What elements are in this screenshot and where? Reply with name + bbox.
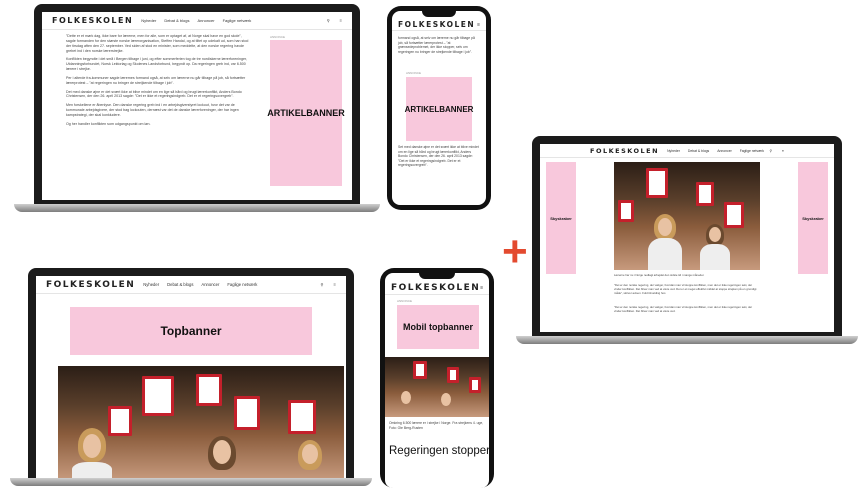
laptop-screen: FOLKESKOLEN Nyheder Debat & blogs Annonc… — [540, 144, 834, 332]
phone-notch — [422, 11, 456, 17]
phone-article-mockup: FOLKESKOLEN ≡ formand også, at selv om l… — [387, 6, 491, 210]
laptop-base — [10, 478, 372, 486]
article-body: "Dette er et mørk dag, ikke bare for lær… — [66, 34, 252, 127]
laptop-skyskraber-mockup: FOLKESKOLEN Nyheder Debat & blogs Annonc… — [516, 136, 858, 348]
mobil-topbanner-ad[interactable]: Mobil topbanner — [397, 305, 479, 349]
protest-sign — [288, 400, 316, 434]
site-logo[interactable]: FOLKESKOLEN — [52, 16, 133, 25]
nav-item-nyheder[interactable]: Nyheder — [143, 282, 159, 287]
protest-sign — [234, 396, 260, 430]
menu-icon[interactable]: ≡ — [340, 18, 342, 23]
protest-sign — [646, 168, 668, 198]
protest-sign — [108, 406, 132, 436]
protester — [648, 238, 682, 270]
protest-sign — [696, 182, 714, 206]
nav-item-debat[interactable]: Debat & blogs — [164, 18, 189, 23]
skyskraber-ad-left[interactable]: Skyskraber — [546, 162, 576, 274]
nav-item-annoncer[interactable]: Annoncer — [201, 282, 219, 287]
protester — [709, 227, 721, 242]
article-paragraph: Set med danske øjne er det svært ikke at… — [398, 145, 479, 168]
phone-screen: FOLKESKOLEN ≡ ANNONCE Mobil topbanner Om… — [385, 273, 489, 488]
nav-item-netvaerk[interactable]: Faglige netværk — [223, 18, 252, 23]
photo-caption: Lærerne har nu i Norge nedlagt arbejdet … — [614, 273, 705, 277]
article-paragraph: Det med danske øjne er det svært ikke at… — [66, 89, 242, 99]
laptop-base — [14, 204, 380, 212]
nav-item-debat[interactable]: Debat & blogs — [688, 149, 709, 153]
article-paragraph: Konflikten begyndte i det små i Bergen t… — [66, 57, 247, 72]
protest-sign — [447, 367, 459, 383]
article-hero-photo — [58, 366, 344, 480]
site-header: FOLKESKOLEN Nyheder Debat & blogs Annonc… — [42, 12, 352, 30]
menu-icon[interactable]: ≡ — [477, 22, 480, 28]
phone-notch — [419, 273, 455, 279]
protest-sign — [618, 200, 634, 222]
artikelbanner-label: ARTIKELBANNER — [404, 104, 474, 114]
article-paragraph: formand også, at selv om lærerne nu går … — [398, 36, 475, 54]
ad-label: ANNONCE — [270, 35, 286, 39]
topbanner-ad[interactable]: Topbanner — [70, 307, 312, 355]
protest-sign — [142, 376, 174, 416]
laptop-article-mockup: FOLKESKOLEN Nyheder Debat & blogs Annonc… — [14, 4, 380, 214]
protester — [658, 218, 672, 236]
photo-caption: Omkring 6.500 lærere er i strejke i Norg… — [389, 421, 484, 430]
search-icon[interactable]: ⚲ — [770, 149, 772, 153]
search-icon[interactable]: ⚲ — [320, 282, 323, 287]
nav-item-annoncer[interactable]: Annoncer — [197, 18, 214, 23]
nav-item-nyheder[interactable]: Nyheder — [667, 149, 680, 153]
site-logo[interactable]: FOLKESKOLEN — [391, 283, 480, 293]
laptop-screen: FOLKESKOLEN Nyheder Debat & blogs Annonc… — [36, 276, 346, 480]
site-header: FOLKESKOLEN Nyheder Debat & blogs Annonc… — [540, 144, 834, 158]
laptop-base — [516, 336, 858, 344]
nav-item-netvaerk[interactable]: Faglige netværk — [740, 149, 764, 153]
menu-icon[interactable]: ≡ — [334, 282, 336, 287]
article-paragraph: "Det er den norske regering, der vælger,… — [614, 305, 753, 313]
artikelbanner-ad[interactable]: ARTIKELBANNER — [267, 40, 345, 186]
protester — [83, 434, 101, 458]
laptop-topbanner-mockup: FOLKESKOLEN Nyheder Debat & blogs Annonc… — [10, 268, 372, 488]
mobile-article-headline: Regeringen stopper — [389, 445, 489, 457]
site-header: FOLKESKOLEN Nyheder Debat & blogs Annonc… — [36, 276, 346, 294]
protest-sign — [724, 202, 744, 228]
phone-topbanner-mockup: FOLKESKOLEN ≡ ANNONCE Mobil topbanner Om… — [380, 268, 494, 488]
nav-item-netvaerk[interactable]: Faglige netværk — [227, 282, 257, 287]
protester — [441, 393, 451, 406]
article-paragraph: Men forskellene er åbenlyse. Den danske … — [66, 103, 239, 117]
protest-sign — [413, 361, 427, 379]
ad-label: ANNONCE — [406, 71, 422, 75]
site-logo[interactable]: FOLKESKOLEN — [590, 147, 659, 155]
article-paragraph: Og her handler konflikten som udgangspun… — [66, 121, 151, 126]
site-logo[interactable]: FOLKESKOLEN — [398, 20, 475, 29]
topbanner-label: Topbanner — [160, 324, 222, 338]
protest-sign — [196, 374, 222, 406]
phone-screen: FOLKESKOLEN ≡ formand også, at selv om l… — [392, 11, 486, 205]
ad-label: ANNONCE — [397, 299, 413, 303]
skyskraber-ad-right[interactable]: Skyskraber — [798, 162, 828, 274]
protester — [302, 444, 318, 464]
article-hero-photo — [385, 357, 489, 417]
skyskraber-label: Skyskraber — [550, 215, 572, 221]
skyskraber-label: Skyskraber — [802, 215, 824, 221]
protester — [700, 244, 730, 270]
nav-item-nyheder[interactable]: Nyheder — [141, 18, 156, 23]
nav-item-annoncer[interactable]: Annoncer — [717, 149, 732, 153]
article-paragraph: Per i alterde fra-kommuner sagde lærerne… — [66, 75, 246, 85]
article-paragraph: "Det er den norske regering, der vælger,… — [614, 283, 757, 295]
protest-sign — [469, 377, 481, 393]
laptop-screen: FOLKESKOLEN Nyheder Debat & blogs Annonc… — [42, 12, 352, 200]
article-hero-photo — [614, 162, 760, 270]
menu-icon[interactable]: ≡ — [782, 149, 784, 153]
menu-icon[interactable]: ≡ — [480, 285, 483, 291]
site-logo[interactable]: FOLKESKOLEN — [46, 280, 135, 290]
protester — [213, 440, 231, 464]
protester — [401, 391, 411, 404]
artikelbanner-label: ARTIKELBANNER — [267, 108, 345, 118]
artikelbanner-ad[interactable]: ARTIKELBANNER — [404, 77, 474, 141]
nav-item-debat[interactable]: Debat & blogs — [167, 282, 193, 287]
mobil-topbanner-label: Mobil topbanner — [403, 322, 473, 332]
article-paragraph: "Dette er et mørk dag, ikke bare for lær… — [66, 34, 249, 53]
search-icon[interactable]: ⚲ — [327, 18, 330, 23]
